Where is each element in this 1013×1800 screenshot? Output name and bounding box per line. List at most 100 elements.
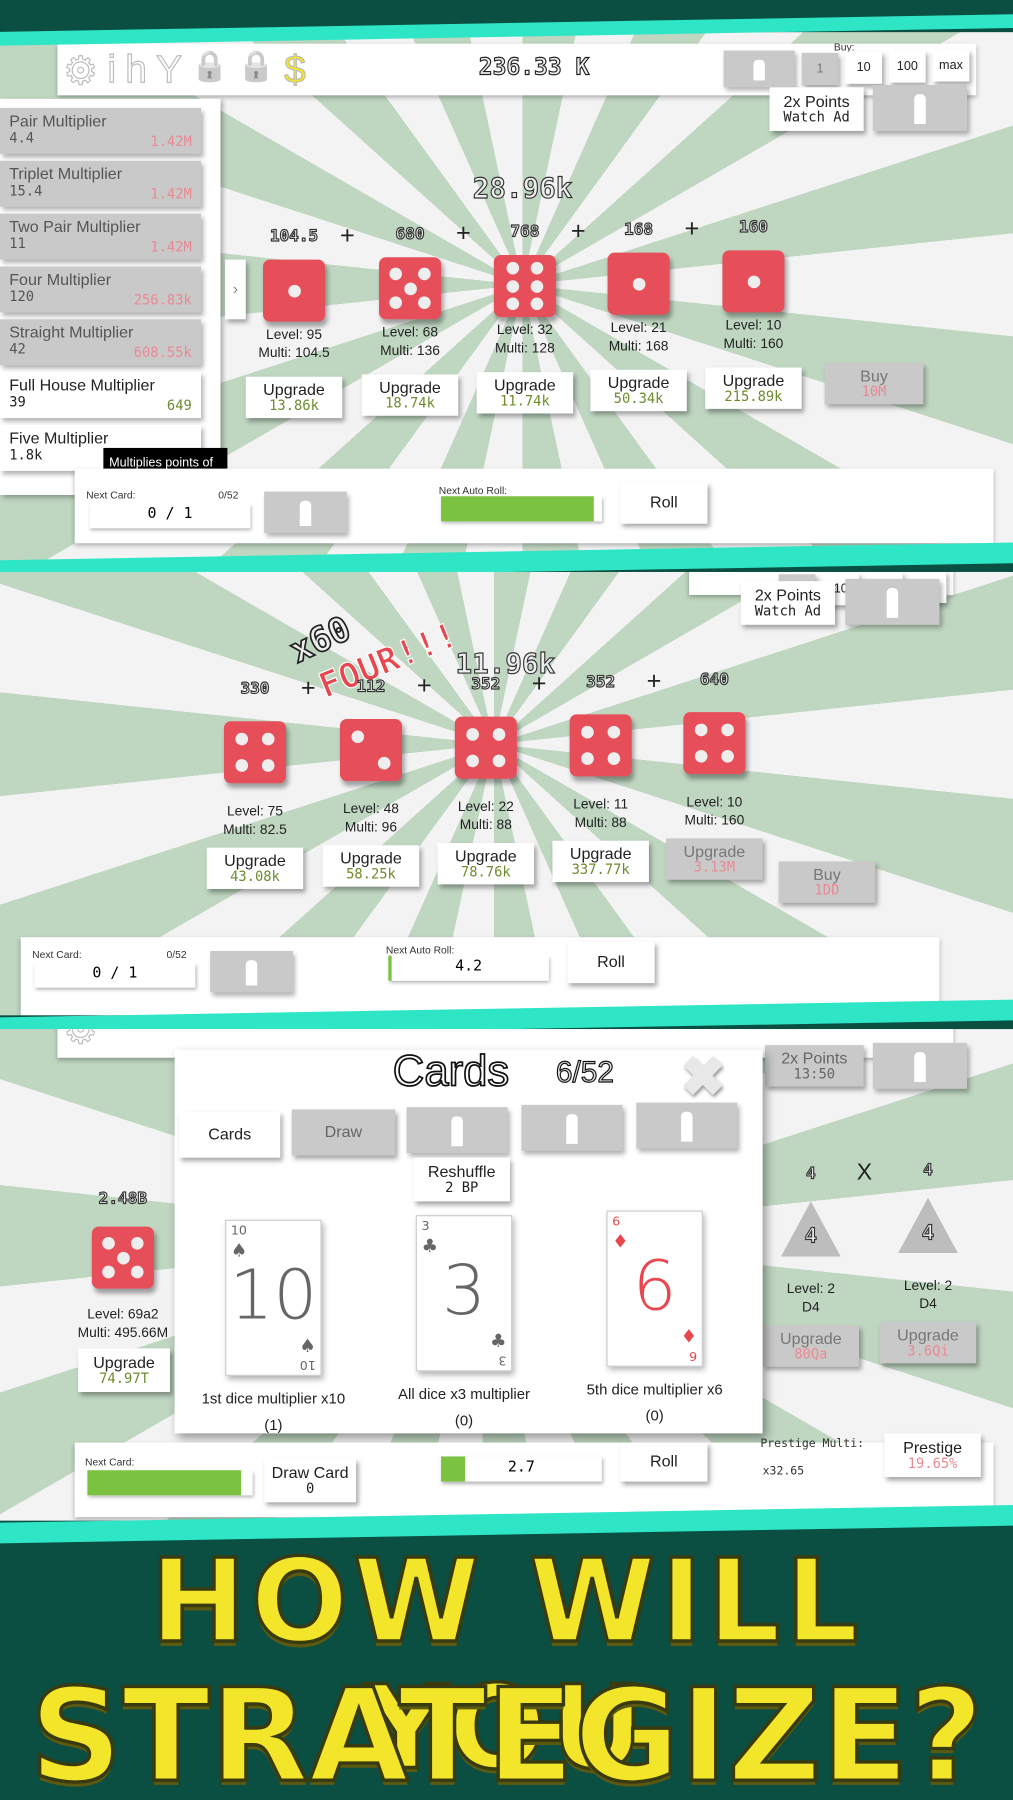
draw-card-count: 0: [305, 1480, 315, 1497]
roll-button[interactable]: Roll: [620, 482, 708, 524]
upgrade-die-button[interactable]: Upgrade 337.77k: [552, 840, 649, 883]
multiplier-item[interactable]: Two Pair Multiplier 11 1.42M: [0, 213, 201, 260]
buy-die-button[interactable]: Buy 1DD: [778, 861, 876, 903]
die-face-5[interactable]: [91, 1226, 154, 1289]
die-level: Level: 48: [342, 800, 399, 817]
pip: [493, 755, 506, 768]
die-stats: Level: 32 Multi: 128: [473, 320, 576, 357]
upgrade-die-button[interactable]: Upgrade 3.13M: [666, 838, 763, 880]
die-face-4[interactable]: [569, 714, 632, 777]
upgrade-label: Upgrade: [780, 1328, 842, 1347]
pip: [530, 297, 544, 310]
die-stats: Level: 95 Multi: 104.5: [242, 325, 345, 362]
tab-cards[interactable]: Cards: [179, 1111, 281, 1158]
die-face-2[interactable]: [339, 718, 402, 782]
upgrade-die-button[interactable]: Upgrade 215.89k: [705, 367, 802, 409]
pip: [388, 267, 402, 280]
lock-icon[interactable]: 🔒: [191, 48, 229, 94]
upgrade-die-button[interactable]: Upgrade 58.25k: [322, 845, 420, 887]
card-corner-rank: 3: [498, 1352, 507, 1368]
upgrade-die-button[interactable]: Upgrade 18.74k: [361, 374, 459, 416]
die-points: 640: [699, 670, 729, 690]
upgrade-die-button[interactable]: Upgrade 13.86k: [245, 376, 343, 419]
close-icon[interactable]: ✖: [680, 1045, 726, 1109]
die-face-1[interactable]: [263, 259, 326, 322]
buy-amount-max[interactable]: max: [932, 49, 970, 82]
locked-tab[interactable]: [406, 1107, 508, 1154]
die-face-4[interactable]: [223, 721, 286, 784]
die-face-4[interactable]: [454, 716, 517, 779]
multiplier-item[interactable]: Full House Multiplier 39 649: [0, 372, 201, 419]
prestige-multi-label: Prestige Multi:: [760, 1437, 865, 1451]
plus-sign: +: [531, 668, 547, 698]
die-face-5[interactable]: [379, 257, 442, 320]
locked-button[interactable]: [723, 50, 795, 88]
locked-button[interactable]: [210, 950, 293, 993]
next-card-label: Next Card:: [32, 948, 82, 961]
die-points: 680: [395, 225, 425, 245]
pip: [694, 723, 708, 736]
pip: [721, 750, 735, 764]
pip: [418, 296, 432, 310]
d4-face: 4: [921, 1220, 935, 1246]
pip: [465, 755, 479, 768]
playing-card[interactable]: 6 ♦ 6 ♦ 6: [606, 1210, 703, 1367]
playing-card[interactable]: 10 ♠ 10 ♠ 10: [225, 1219, 322, 1376]
gear-icon[interactable]: ⚙: [63, 48, 99, 94]
locked-button[interactable]: [872, 1042, 968, 1089]
locked-tab[interactable]: [636, 1102, 738, 1149]
reshuffle-button[interactable]: Reshuffle 2 BP: [413, 1157, 510, 1202]
tab-draw[interactable]: Draw: [291, 1109, 396, 1156]
die-face-1[interactable]: [722, 250, 785, 313]
draw-card-button[interactable]: Draw Card 0: [264, 1458, 357, 1503]
ad-timer-button[interactable]: 2x Points 13:50: [764, 1045, 864, 1087]
die-face-1[interactable]: [607, 252, 670, 315]
trophy-icon[interactable]: Y: [156, 48, 183, 94]
multiplier-item[interactable]: Pair Multiplier 4.4 1.42M: [0, 107, 201, 154]
history-icon[interactable]: h: [125, 48, 148, 94]
upgrade-die-button[interactable]: Upgrade 74.97T: [78, 1348, 170, 1393]
reshuffle-label: Reshuffle: [427, 1161, 496, 1181]
upgrade-die-button[interactable]: Upgrade 3.6Qi: [879, 1321, 977, 1364]
playing-card[interactable]: 3 ♣ 3 ♣ 3: [415, 1215, 513, 1372]
upgrade-die-button[interactable]: Upgrade 11.74k: [476, 372, 574, 414]
multiplier-item[interactable]: Triplet Multiplier 15.4 1.42M: [0, 160, 201, 207]
upgrade-label: Upgrade: [494, 375, 556, 394]
prestige-button[interactable]: Prestige 19.65%: [884, 1433, 981, 1478]
next-card-progress: 2.14 / 2.31: [87, 1470, 253, 1496]
watch-ad-button[interactable]: 2x Points Watch Ad: [740, 581, 835, 625]
next-card-value: 0 / 1: [92, 964, 138, 982]
info-icon[interactable]: i: [107, 48, 117, 94]
upgrade-die-button[interactable]: Upgrade 78.76k: [437, 843, 535, 885]
die-face-4[interactable]: [683, 712, 746, 775]
die-face-6[interactable]: [493, 254, 556, 317]
card-owned-count: (0): [645, 1407, 664, 1425]
locked-tab[interactable]: [521, 1104, 623, 1151]
upgrade-die-button[interactable]: Upgrade 50.34k: [590, 369, 687, 412]
upgrade-die-button[interactable]: Upgrade 43.08k: [206, 847, 304, 889]
next-card-progress: 0 / 1: [89, 503, 251, 529]
roll-button[interactable]: Roll: [567, 941, 655, 984]
upgrade-die-button[interactable]: Upgrade 80Qa: [762, 1325, 860, 1367]
buy-amount-10[interactable]: 10: [845, 51, 883, 84]
roll-button[interactable]: Roll: [620, 1442, 708, 1482]
multiplier-item[interactable]: Four Multiplier 120 256.83k: [0, 266, 201, 313]
gear-icon[interactable]: ⚙: [63, 1029, 99, 1053]
upgrade-label: Upgrade: [93, 1352, 155, 1372]
locked-button[interactable]: [264, 491, 347, 533]
die-stats: Level: 48 Multi: 96: [319, 799, 422, 836]
watch-ad-button[interactable]: 2x Points Watch Ad: [769, 87, 864, 131]
dollar-icon[interactable]: $: [284, 48, 307, 94]
locked-button[interactable]: [845, 578, 940, 625]
upgrade-cost: 50.34k: [613, 390, 664, 407]
buy-amount-100[interactable]: 100: [888, 50, 926, 83]
expand-arrow-button[interactable]: ›: [225, 259, 246, 320]
multiplier-item[interactable]: Straight Multiplier 42 608.55k: [0, 319, 201, 366]
locked-button[interactable]: [872, 84, 968, 131]
buy-amount-1[interactable]: 1: [801, 52, 839, 85]
lock-icon[interactable]: 🔒: [237, 48, 275, 94]
progress-fill: [441, 496, 594, 522]
die-multi: Multi: 104.5: [258, 344, 330, 361]
buy-die-button[interactable]: Buy 10M: [824, 362, 924, 405]
card-description-block: All dice x3 multiplier (0): [366, 1381, 561, 1435]
